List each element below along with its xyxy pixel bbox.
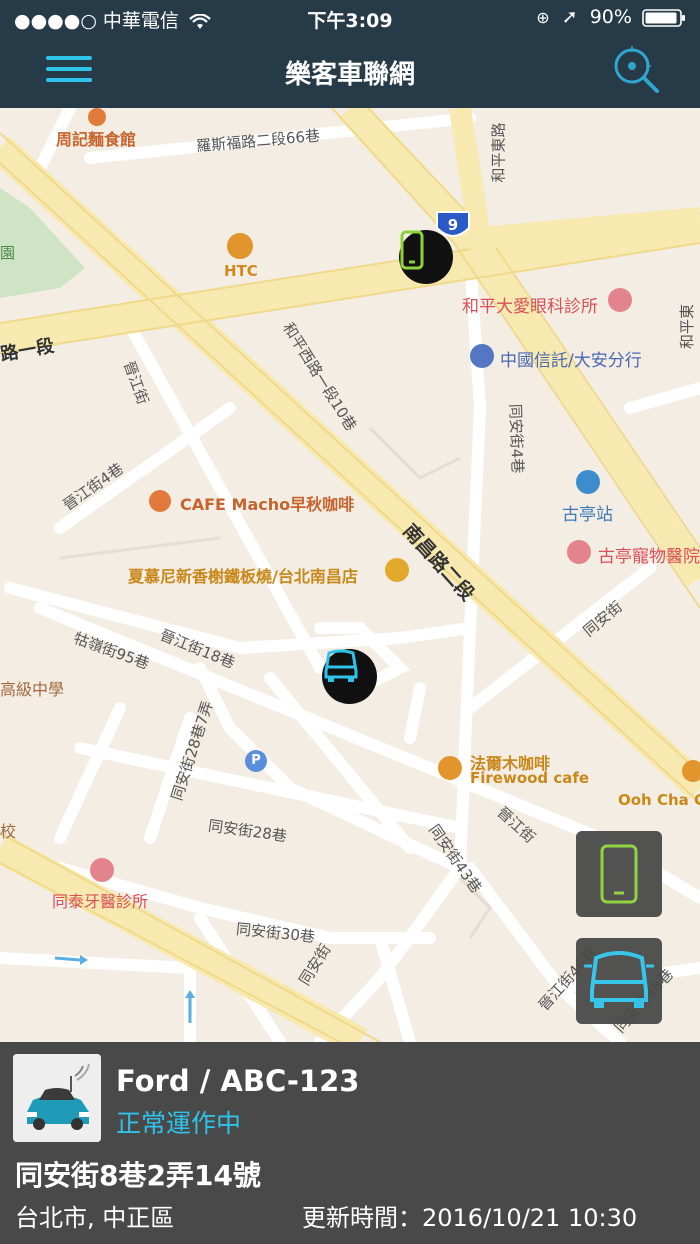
search-icon[interactable]	[610, 44, 662, 96]
battery-icon	[642, 8, 685, 27]
restaurant-icon	[385, 558, 409, 582]
pet-icon	[567, 540, 591, 564]
phone-marker-icon	[400, 230, 424, 270]
update-time-label: 更新時間：	[302, 1204, 422, 1232]
vehicle-status: 正常運作中	[116, 1109, 242, 1138]
phone-locate-icon	[600, 844, 638, 904]
status-bar: ●●●●○ 中華電信 下午3:09 ⊕ ➚ 90%	[0, 0, 700, 36]
car-location-marker[interactable]	[322, 649, 377, 704]
bank-icon	[470, 344, 494, 368]
poi-label[interactable]: 夏慕尼新香榭鐵板燒/台北南昌店	[128, 563, 358, 587]
cafe-icon	[438, 756, 462, 780]
poi-label[interactable]: 和平大愛眼科診所	[462, 292, 598, 317]
car-marker-icon	[324, 649, 358, 682]
phone-location-marker[interactable]	[399, 230, 453, 284]
page-title: 樂客車聯網	[284, 60, 415, 90]
rotation-lock-icon: ⊕	[536, 8, 550, 27]
poi-label[interactable]: Firewood cafe	[470, 769, 589, 787]
poi-icon	[88, 108, 106, 126]
poi-label[interactable]: 古亭站	[562, 500, 613, 525]
cafe-icon	[149, 490, 171, 512]
poi-label[interactable]: 周記麵食館	[56, 126, 136, 150]
connected-car-icon	[13, 1054, 101, 1142]
street-label: 和平東路	[489, 122, 508, 183]
street-label: 同安街4巷	[506, 403, 527, 474]
status-right: ⊕ ➚ 90%	[536, 6, 686, 28]
battery-percent: 90%	[589, 6, 632, 28]
parking-icon: P	[245, 750, 267, 772]
street-label: 和平東	[678, 303, 697, 350]
poi-label[interactable]: 同泰牙醫診所	[52, 888, 148, 912]
poi-label[interactable]: CAFE Macho早秋咖啡	[180, 491, 354, 515]
poi-label[interactable]: 古亭寵物醫院	[598, 542, 700, 567]
update-time: 更新時間：2016/10/21 10:30	[302, 1198, 637, 1233]
highway-number: 9	[448, 216, 458, 234]
vehicle-info-panel[interactable]: Ford / ABC-123 正常運作中 同安街8巷2弄14號 台北市, 中正區…	[0, 1042, 700, 1244]
poi-label[interactable]: 校	[0, 818, 16, 842]
vehicle-address: 同安街8巷2弄14號	[15, 1159, 261, 1192]
car-locate-button[interactable]	[576, 938, 662, 1024]
poi-label[interactable]: 中國信託/大安分行	[500, 346, 642, 371]
poi-label[interactable]: 高級中學	[0, 676, 64, 700]
vehicle-city: 台北市, 中正區	[15, 1204, 175, 1232]
car-locate-icon	[584, 951, 654, 1008]
phone-locate-button[interactable]	[576, 831, 662, 917]
vehicle-title: Ford / ABC-123	[116, 1064, 360, 1098]
clinic-icon	[90, 858, 114, 882]
update-time-value: 2016/10/21 10:30	[422, 1204, 638, 1232]
poi-label[interactable]: HTC	[224, 262, 258, 280]
nav-bar: 樂客車聯網	[0, 36, 700, 108]
poi-label[interactable]: 園	[0, 242, 15, 263]
cafe-icon	[682, 760, 700, 782]
poi-label[interactable]: Ooh Cha C	[618, 791, 700, 809]
metro-icon	[576, 470, 600, 494]
clinic-icon	[608, 288, 632, 312]
location-arrow-icon: ➚	[561, 6, 578, 28]
shop-icon	[227, 233, 253, 259]
map-view[interactable]: 9 周記麵食館 HTC 和平大愛眼科診所 中國信託/大安分行 古亭站 古亭寵物醫…	[0, 108, 700, 1042]
